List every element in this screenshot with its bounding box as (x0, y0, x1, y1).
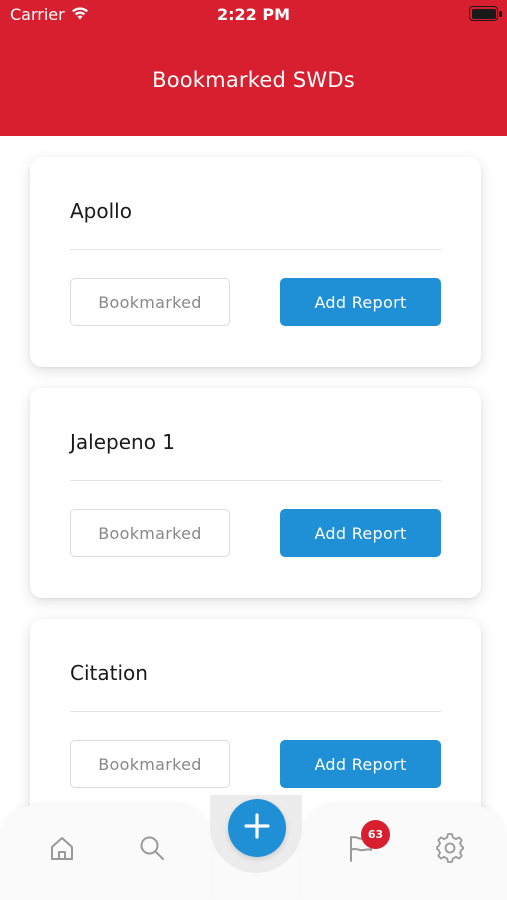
card-title: Apollo (70, 199, 132, 223)
status-bar: Carrier 2:22 PM (0, 0, 507, 30)
battery-icon (469, 6, 498, 21)
card-title: Citation (70, 661, 148, 685)
card-title: Jalepeno 1 (70, 430, 176, 454)
bookmark-card: Jalepeno 1 Bookmarked Add Report (30, 388, 481, 598)
card-divider (70, 711, 441, 712)
add-report-button[interactable]: Add Report (280, 740, 441, 788)
tab-bar-background-right (300, 805, 507, 900)
plus-icon (243, 812, 271, 844)
battery-tip (499, 11, 502, 17)
app-header: Carrier 2:22 PM Bookmarked SWDs (0, 0, 507, 136)
bookmarked-button[interactable]: Bookmarked (70, 278, 230, 326)
notification-badge: 63 (361, 820, 390, 849)
status-time: 2:22 PM (216, 5, 290, 24)
gear-icon[interactable] (435, 833, 465, 863)
page-title: Bookmarked SWDs (152, 68, 355, 92)
tab-bar: 63 (0, 795, 507, 900)
bookmarked-button[interactable]: Bookmarked (70, 740, 230, 788)
bookmark-card: Apollo Bookmarked Add Report (30, 157, 481, 367)
bookmark-list[interactable]: Apollo Bookmarked Add Report Jalepeno 1 … (0, 136, 507, 900)
card-divider (70, 480, 441, 481)
card-divider (70, 249, 441, 250)
battery-fill (471, 8, 496, 19)
add-report-button[interactable]: Add Report (280, 509, 441, 557)
tab-bar-background-left (0, 805, 212, 900)
add-button[interactable] (228, 799, 286, 857)
home-icon[interactable] (47, 833, 77, 863)
bookmarked-button[interactable]: Bookmarked (70, 509, 230, 557)
add-report-button[interactable]: Add Report (280, 278, 441, 326)
search-icon[interactable] (137, 833, 167, 863)
